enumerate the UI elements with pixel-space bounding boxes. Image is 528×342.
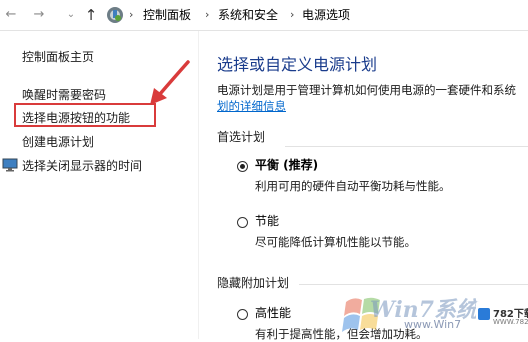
plan-details-link[interactable]: 划的详细信息 (217, 98, 286, 114)
back-button[interactable]: ← (2, 5, 20, 25)
site-watermark-url: WWW.782.COM (493, 318, 528, 326)
win7-watermark-url: www.Win7 (404, 318, 462, 331)
monitor-icon (2, 158, 18, 172)
page-description: 电源计划是用于管理计算机如何使用电源的一套硬件和系统 (217, 83, 516, 97)
breadcrumb-separator: › (205, 8, 210, 21)
breadcrumb-separator: › (290, 8, 295, 21)
sidebar-link-create-plan[interactable]: 创建电源计划 (22, 134, 94, 150)
up-button[interactable]: ↑ (82, 5, 100, 25)
plan-name-balanced[interactable]: 平衡 (推荐) (255, 157, 318, 173)
forward-button[interactable]: → (30, 5, 48, 25)
sidebar-link-control-panel-home[interactable]: 控制面板主页 (22, 49, 94, 65)
plan-name-high-performance[interactable]: 高性能 (255, 305, 291, 321)
section-divider (299, 284, 528, 285)
plan-desc-balanced: 利用可用的硬件自动平衡功耗与性能。 (255, 179, 451, 193)
address-bar: ← → ⌄ ↑ › 控制面板 › 系统和安全 › 电源选项 (0, 0, 528, 31)
breadcrumb-system-security[interactable]: 系统和安全 (218, 7, 278, 23)
breadcrumb-power-options[interactable]: 电源选项 (302, 7, 350, 23)
recent-locations-dropdown[interactable]: ⌄ (62, 5, 80, 25)
section-heading-preferred: 首选计划 (217, 130, 266, 144)
plan-name-power-saver[interactable]: 节能 (255, 213, 279, 229)
page-title: 选择或自定义电源计划 (217, 55, 378, 74)
highlight-box (14, 103, 156, 127)
site-logo-icon (478, 308, 490, 320)
sidebar-link-require-password[interactable]: 唤醒时需要密码 (22, 87, 106, 103)
annotation-arrow (150, 60, 190, 105)
radio-high-performance[interactable] (237, 309, 248, 320)
section-divider (285, 146, 528, 147)
breadcrumb-separator: › (129, 8, 134, 21)
radio-balanced[interactable] (237, 161, 248, 172)
control-panel-icon (107, 7, 123, 23)
radio-power-saver[interactable] (237, 217, 248, 228)
plan-desc-power-saver: 尽可能降低计算机性能以节能。 (255, 235, 416, 249)
section-heading-hidden[interactable]: 隐藏附加计划 (217, 275, 289, 291)
sidebar-link-display-off[interactable]: 选择关闭显示器的时间 (22, 158, 142, 174)
breadcrumb-control-panel[interactable]: 控制面板 (143, 7, 191, 23)
